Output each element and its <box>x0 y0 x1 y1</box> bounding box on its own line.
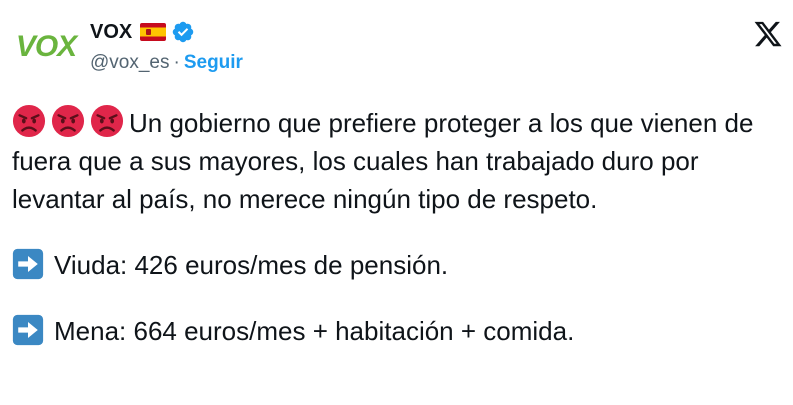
follow-button[interactable]: Seguir <box>184 52 243 74</box>
angry-face-icon <box>12 104 46 138</box>
right-arrow-icon <box>12 314 44 346</box>
tweet-header: VOX @vox_es · Seguir <box>90 18 243 74</box>
tweet-card: VOX VOX @vox_es · Seguir Un gobierno que… <box>0 0 793 405</box>
handle[interactable]: @vox_es <box>90 52 170 74</box>
tweet-body: Un gobierno que prefiere proteger a los … <box>12 104 787 350</box>
spain-flag-icon <box>140 23 167 41</box>
tweet-paragraph: Un gobierno que prefiere proteger a los … <box>12 104 787 218</box>
paragraph-text: Viuda: 426 euros/mes de pensión. <box>54 250 449 280</box>
separator-dot: · <box>173 52 180 73</box>
x-logo-icon[interactable] <box>748 16 788 52</box>
right-arrow-icon <box>12 248 44 280</box>
name-row: VOX <box>90 18 243 46</box>
paragraph-text: Mena: 664 euros/mes + habitación + comid… <box>54 316 575 346</box>
handle-row: @vox_es · Seguir <box>90 52 243 74</box>
tweet-paragraph: Viuda: 426 euros/mes de pensión. <box>12 246 787 284</box>
tweet-paragraph: Mena: 664 euros/mes + habitación + comid… <box>12 312 787 350</box>
verified-badge-icon <box>171 20 195 44</box>
angry-face-icon <box>90 104 124 138</box>
avatar[interactable]: VOX <box>10 20 82 74</box>
vox-logo: VOX <box>15 30 77 63</box>
angry-face-icon <box>51 104 85 138</box>
display-name[interactable]: VOX <box>90 21 132 44</box>
